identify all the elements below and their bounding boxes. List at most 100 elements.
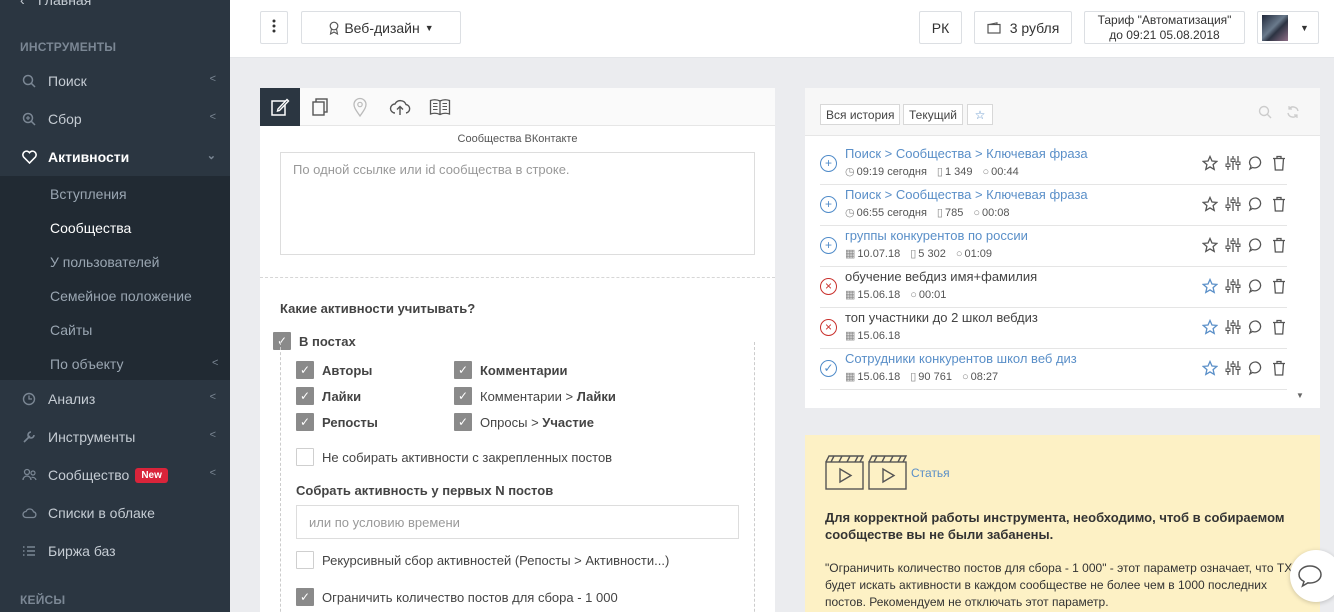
checkbox-recursive[interactable]: Рекурсивный сбор активностей (Репосты > …	[296, 551, 669, 569]
tab-all-history[interactable]: Вся история	[820, 104, 901, 125]
cloud-icon	[20, 504, 38, 522]
comment-icon[interactable]	[1247, 154, 1264, 171]
trash-icon[interactable]	[1270, 277, 1287, 294]
tariff-button[interactable]: Тариф "Автоматизация" до 09:21 05.08.201…	[1084, 11, 1245, 44]
history-title[interactable]: Поиск > Сообщества > Ключевая фраза	[845, 187, 1088, 202]
balance-button[interactable]: 3 рубля	[974, 11, 1072, 44]
checkbox-authors[interactable]: ✓ Авторы	[296, 361, 372, 379]
caret-down-icon: ▼	[1300, 22, 1309, 33]
chevron-left-icon: <	[209, 429, 216, 441]
history-time: ▦ 10.07.18	[845, 248, 901, 260]
trash-icon[interactable]	[1270, 359, 1287, 376]
project-dropdown[interactable]: Веб-дизайн ▼	[301, 11, 461, 44]
history-panel: Вся история Текущий ☆ + Поиск > Сообществ…	[805, 88, 1320, 408]
pk-button[interactable]: РК	[919, 11, 962, 44]
checkbox-skip-pinned[interactable]: Не собирать активности с закрепленных по…	[296, 448, 612, 466]
history-actions	[1201, 318, 1287, 335]
sidebar-subitem-by-object[interactable]: По объекту <	[50, 356, 218, 372]
sidebar-subitem-sites[interactable]: Сайты	[50, 322, 92, 338]
history-actions	[1201, 277, 1287, 294]
trash-icon[interactable]	[1270, 195, 1287, 212]
search-icon	[20, 72, 38, 90]
scroll-down-arrow[interactable]: ▼	[1296, 391, 1304, 400]
history-title[interactable]: Поиск > Сообщества > Ключевая фраза	[845, 146, 1088, 161]
comment-icon[interactable]	[1247, 195, 1264, 212]
history-actions	[1201, 195, 1287, 212]
tab-location[interactable]	[340, 88, 380, 126]
first-n-input[interactable]: или по условию времени	[296, 505, 739, 539]
article-link[interactable]: Статья	[911, 466, 950, 480]
file-icon: ▯	[910, 371, 917, 383]
tab-guide[interactable]	[420, 88, 460, 126]
trash-icon[interactable]	[1270, 236, 1287, 253]
sidebar-item-analysis[interactable]: Анализ <	[0, 380, 230, 418]
chat-button[interactable]	[1290, 550, 1334, 602]
error-circle-icon: ×	[820, 278, 837, 295]
award-icon	[328, 21, 340, 35]
sidebar-item-activities[interactable]: Активности ⌄	[0, 138, 230, 176]
calendar-icon: ▦	[845, 330, 856, 342]
sidebar-item-community[interactable]: Сообщество New <	[0, 456, 230, 494]
history-title: топ участники до 2 школ вебдиз	[845, 310, 1038, 325]
checkbox-likes[interactable]: ✓ Лайки	[296, 387, 361, 405]
sliders-icon[interactable]	[1224, 236, 1241, 253]
star-icon[interactable]	[1201, 277, 1218, 294]
history-time: ▦ 15.06.18	[845, 371, 901, 383]
sliders-icon[interactable]	[1224, 318, 1241, 335]
sidebar-item-search[interactable]: Поиск <	[0, 62, 230, 100]
comment-icon[interactable]	[1247, 359, 1264, 376]
calendar-icon: ▦	[845, 371, 856, 383]
tab-copy[interactable]	[300, 88, 340, 126]
sliders-icon[interactable]	[1224, 359, 1241, 376]
chevron-left-icon: <	[209, 391, 216, 403]
checkbox-reposts[interactable]: ✓ Репосты	[296, 413, 378, 431]
checkbox-comment-likes[interactable]: ✓ Комментарии > Лайки	[454, 387, 616, 405]
communities-textarea[interactable]: По одной ссылке или id сообщества в стро…	[280, 152, 755, 255]
sidebar-subitem-joins[interactable]: Вступления	[50, 186, 127, 202]
history-actions	[1201, 236, 1287, 253]
search-icon[interactable]	[1258, 105, 1272, 119]
tab-favorites[interactable]: ☆	[967, 104, 993, 125]
sidebar-item-instruments[interactable]: Инструменты <	[0, 418, 230, 456]
star-icon[interactable]	[1201, 154, 1218, 171]
history-title[interactable]: группы конкурентов по россии	[845, 228, 1028, 243]
sidebar-item-home[interactable]: ‹ Главная	[20, 0, 91, 8]
sidebar-item-cloud-lists[interactable]: Списки в облаке	[0, 494, 230, 532]
star-icon[interactable]	[1201, 318, 1218, 335]
star-icon[interactable]	[1201, 195, 1218, 212]
sidebar-item-db-exchange[interactable]: Биржа баз	[0, 532, 230, 570]
checkbox-comments[interactable]: ✓ Комментарии	[454, 361, 568, 379]
tab-edit[interactable]	[260, 88, 300, 126]
tab-current[interactable]: Текущий	[903, 104, 963, 125]
history-title[interactable]: Сотрудники конкурентов школ веб диз	[845, 351, 1077, 366]
checkbox-limit[interactable]: ✓ Ограничить количество постов для сбора …	[296, 588, 618, 606]
trash-icon[interactable]	[1270, 154, 1287, 171]
star-icon[interactable]	[1201, 359, 1218, 376]
comment-icon[interactable]	[1247, 277, 1264, 294]
history-duration: ○ 00:44	[982, 166, 1019, 178]
comment-icon[interactable]	[1247, 236, 1264, 253]
sidebar-item-collect[interactable]: Сбор <	[0, 100, 230, 138]
refresh-icon[interactable]	[1286, 105, 1300, 119]
history-meta: ▦ 15.06.18	[845, 329, 910, 342]
note-bold-text: Для корректной работы инструмента, необх…	[825, 510, 1285, 542]
tab-upload[interactable]	[380, 88, 420, 126]
trash-icon[interactable]	[1270, 318, 1287, 335]
check-icon: ✓	[296, 387, 314, 405]
comment-icon[interactable]	[1247, 318, 1264, 335]
timer-icon: ○	[973, 207, 980, 219]
history-count: ▯ 90 761	[910, 371, 952, 383]
sliders-icon[interactable]	[1224, 154, 1241, 171]
checkbox-polls[interactable]: ✓ Опросы > Участие	[454, 413, 594, 431]
sidebar-subitem-communities[interactable]: Сообщества	[50, 220, 131, 236]
communities-caption: Сообщества ВКонтакте	[457, 133, 578, 145]
sidebar-subitem-family[interactable]: Семейное положение	[50, 288, 192, 304]
sliders-icon[interactable]	[1224, 195, 1241, 212]
sidebar-subitem-users[interactable]: У пользователей	[50, 254, 159, 270]
star-icon[interactable]	[1201, 236, 1218, 253]
history-duration: ○ 00:08	[973, 207, 1010, 219]
check-icon: ✓	[296, 361, 314, 379]
sliders-icon[interactable]	[1224, 277, 1241, 294]
user-menu[interactable]: ▼	[1257, 11, 1319, 44]
more-menu-button[interactable]	[260, 11, 288, 44]
